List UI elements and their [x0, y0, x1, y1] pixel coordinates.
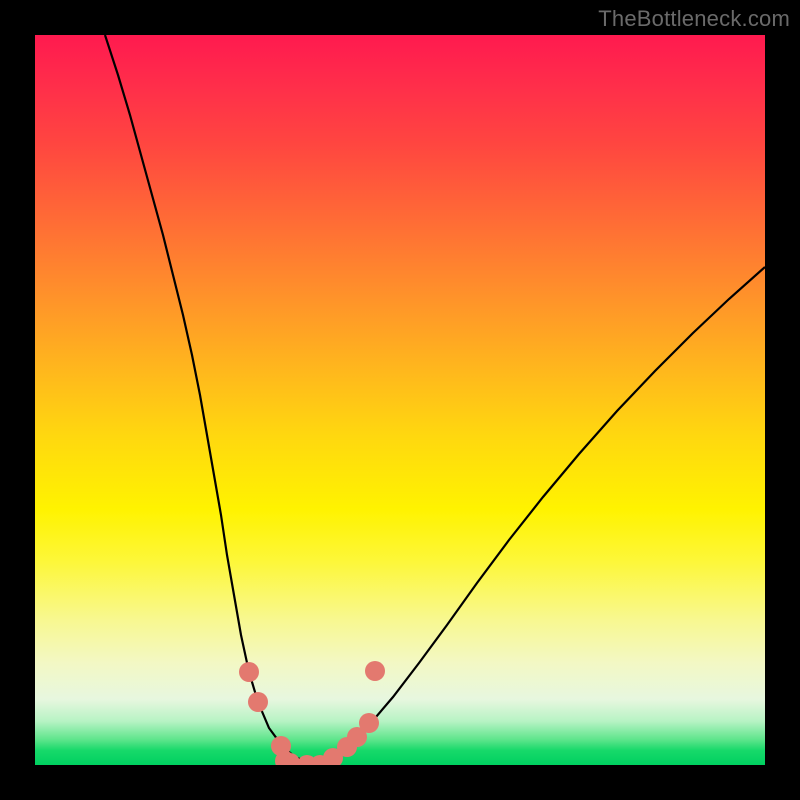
- markers: [239, 661, 385, 765]
- marker-dot: [359, 713, 379, 733]
- stage: TheBottleneck.com: [0, 0, 800, 800]
- watermark-label: TheBottleneck.com: [598, 6, 790, 32]
- plot-area: [35, 35, 765, 765]
- marker-dot: [248, 692, 268, 712]
- marker-dot: [365, 661, 385, 681]
- marker-dot: [239, 662, 259, 682]
- marker-layer: [35, 35, 765, 765]
